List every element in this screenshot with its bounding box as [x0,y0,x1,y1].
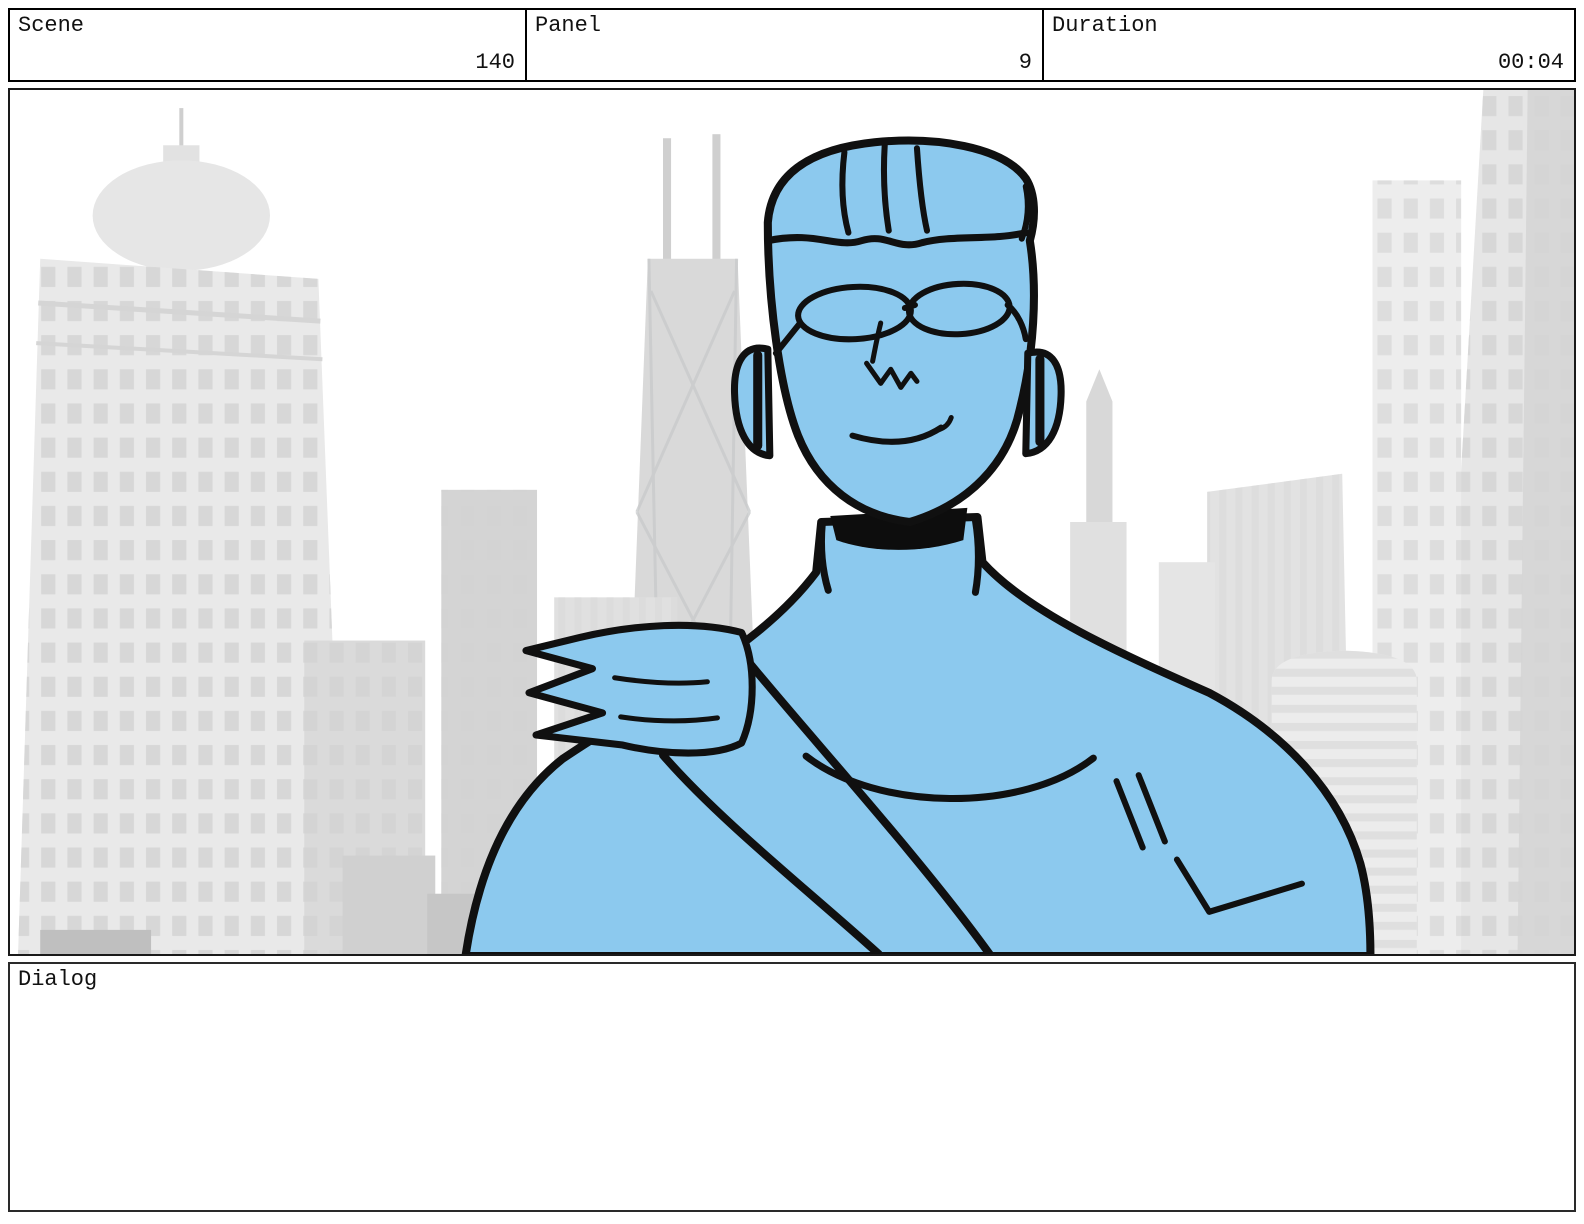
duration-field: Duration 00:04 [1042,10,1574,80]
storyboard-sheet: Scene 140 Panel 9 Duration 00:04 [8,8,1576,1212]
storyboard-panel [8,88,1576,956]
dialog-field[interactable]: Dialog [8,962,1576,1212]
dialog-label: Dialog [18,967,97,992]
panel-field: Panel 9 [525,10,1042,80]
header-row: Scene 140 Panel 9 Duration 00:04 [8,8,1576,82]
panel-value[interactable]: 9 [1019,50,1032,76]
scene-label: Scene [18,13,84,39]
panel-label: Panel [535,13,601,39]
duration-value[interactable]: 00:04 [1498,50,1564,76]
duration-label: Duration [1052,13,1158,39]
storyboard-panel-drawing [10,90,1574,954]
scene-value[interactable]: 140 [475,50,515,76]
scene-field: Scene 140 [10,10,525,80]
